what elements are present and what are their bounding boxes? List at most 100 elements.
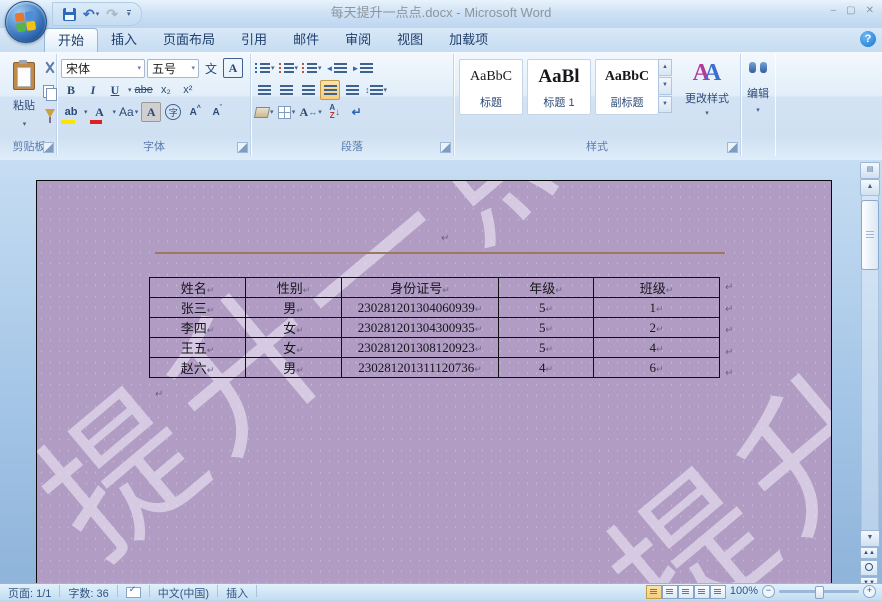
table-cell[interactable]: 230281201304300935↵ [341,317,499,338]
table-cell[interactable]: 年级↵ [498,277,594,298]
insert-mode-status[interactable]: 插入 [218,584,256,602]
phonetic-guide-button[interactable]: 文 [201,58,221,78]
table-cell[interactable]: 230281201311120736↵ [341,357,499,378]
style-card-标题 1[interactable]: AaBl 标题 1 [527,59,591,115]
ruler-toggle-button[interactable]: ▤ [860,162,880,179]
change-styles-button[interactable]: AA 更改样式 ▾ [678,58,736,136]
table-cell[interactable]: 李四↵ [149,317,246,338]
table-cell[interactable]: 赵六↵ [149,357,246,378]
table-cell[interactable]: 女↵ [245,317,342,338]
table-cell[interactable]: 性别↵ [245,277,342,298]
spell-check-status[interactable] [118,584,149,602]
enclose-character-button[interactable]: 字 [163,102,183,122]
bullets-button[interactable]: ▾ [254,58,276,78]
tab-加载项[interactable]: 加载项 [436,28,501,51]
character-border-button[interactable]: A [223,58,243,78]
font-color-button[interactable]: A [89,102,110,124]
tab-引用[interactable]: 引用 [228,28,280,51]
font-dialog-launcher[interactable] [237,142,248,153]
tab-页面布局[interactable]: 页面布局 [150,28,228,51]
undo-button[interactable]: ↶ ▾ [81,5,101,23]
styles-dialog-launcher[interactable] [727,142,738,153]
table-cell[interactable]: 1↵ [593,297,720,318]
sort-button[interactable]: A Z ↓ [325,102,345,122]
help-button[interactable]: ? [860,31,876,47]
zoom-in-button[interactable]: + [863,585,876,598]
table-cell[interactable]: 5↵ [498,297,594,318]
table-cell[interactable]: 女↵ [245,337,342,358]
zoom-level[interactable]: 100% [730,584,758,597]
bold-button[interactable]: B [61,80,81,100]
qat-customize-button[interactable]: ▾ [126,9,131,19]
table-cell[interactable]: 230281201308120923↵ [341,337,499,358]
copy-icon[interactable] [42,84,58,101]
table-cell[interactable]: 230281201304060939↵ [341,297,499,318]
change-case-button[interactable]: Aa ▾ [118,102,139,122]
maximize-button[interactable]: ▢ [846,5,855,17]
font-size-dropdown-icon[interactable]: ▾ [188,64,198,72]
grow-font-button[interactable]: A ^ [185,102,205,122]
font-size-combo[interactable]: 五号 ▾ [147,58,199,78]
shrink-font-button[interactable]: Aˇ [207,102,227,122]
font-name-dropdown-icon[interactable]: ▾ [134,64,144,72]
table-cell[interactable]: 4↵ [498,357,594,378]
show-marks-button[interactable]: ↵ [347,102,367,122]
scrollbar-thumb[interactable] [861,200,879,270]
table-cell[interactable]: 张三↵ [149,297,246,318]
table-cell[interactable]: 2↵ [593,317,720,338]
asian-layout-button[interactable]: A ↔ ▾ [299,102,323,122]
previous-page-button[interactable]: ▲▲ [860,547,878,559]
office-button[interactable] [5,1,47,43]
draft-view-button[interactable] [709,585,726,599]
paste-button[interactable]: 粘贴 ▾ [6,58,42,134]
font-color-dropdown-icon[interactable]: ▾ [113,108,117,116]
strikethrough-button[interactable]: abe [134,80,154,100]
close-button[interactable]: ✕ [866,5,874,17]
tab-视图[interactable]: 视图 [384,28,436,51]
table-cell[interactable]: 男↵ [245,297,342,318]
superscript-button[interactable]: x² [178,80,198,100]
redo-button[interactable]: ↷ [104,5,120,23]
shading-button[interactable]: ▾ [253,102,275,122]
tab-邮件[interactable]: 邮件 [280,28,332,51]
table-cell[interactable]: 5↵ [498,317,594,338]
zoom-slider-track[interactable] [779,586,859,599]
cut-icon[interactable] [42,60,58,76]
table-cell[interactable]: 王五↵ [149,337,246,358]
align-left-button[interactable] [254,80,274,100]
scroll-down-icon[interactable]: ▼ [860,530,880,547]
tab-开始[interactable]: 开始 [44,28,99,52]
language-status[interactable]: 中文(中国) [150,584,217,602]
page-count[interactable]: 页面: 1/1 [0,584,59,602]
table-cell[interactable]: 身份证号↵ [341,277,499,298]
clipboard-dialog-launcher[interactable] [43,142,54,153]
table-cell[interactable]: 5↵ [498,337,594,358]
italic-button[interactable]: I [83,80,103,100]
print-layout-view-button[interactable] [645,585,662,599]
scroll-up-icon[interactable]: ▲ [860,179,880,196]
format-painter-icon[interactable] [42,108,58,124]
table-cell[interactable]: 班级↵ [593,277,720,298]
character-shading-button[interactable]: A [141,102,162,122]
highlight-color-button[interactable]: ab [61,102,81,124]
table-cell[interactable]: 4↵ [593,337,720,358]
subscript-button[interactable]: x₂ [156,80,176,100]
style-card-标题[interactable]: AaBbC 标题 [459,59,523,115]
zoom-out-button[interactable]: − [762,585,775,598]
increase-indent-button[interactable]: ► [350,58,374,78]
style-card-副标题[interactable]: AaBbC 副标题 [595,59,659,115]
tab-审阅[interactable]: 审阅 [332,28,384,51]
tab-插入[interactable]: 插入 [98,28,150,51]
zoom-slider-handle[interactable] [815,586,824,599]
select-browse-object-button[interactable] [860,560,878,576]
numbering-button[interactable]: ▾ [278,58,300,78]
underline-dropdown-icon[interactable]: ▾ [128,86,132,94]
web-layout-view-button[interactable] [677,585,694,599]
justify-button[interactable] [320,80,340,100]
word-count[interactable]: 字数: 36 [60,584,116,602]
table-cell[interactable]: 姓名↵ [149,277,246,298]
font-name-combo[interactable]: 宋体 ▾ [61,58,145,78]
document-page[interactable]: 提升一点点 提升一点点 ↵ 姓名↵ 性别↵ 身份证号↵ 年级↵ 班级↵ 张三↵ 男↵ 2302… [36,180,832,585]
borders-button[interactable]: ▾ [277,102,297,122]
gallery-more-icon[interactable]: ▼ [658,95,672,113]
